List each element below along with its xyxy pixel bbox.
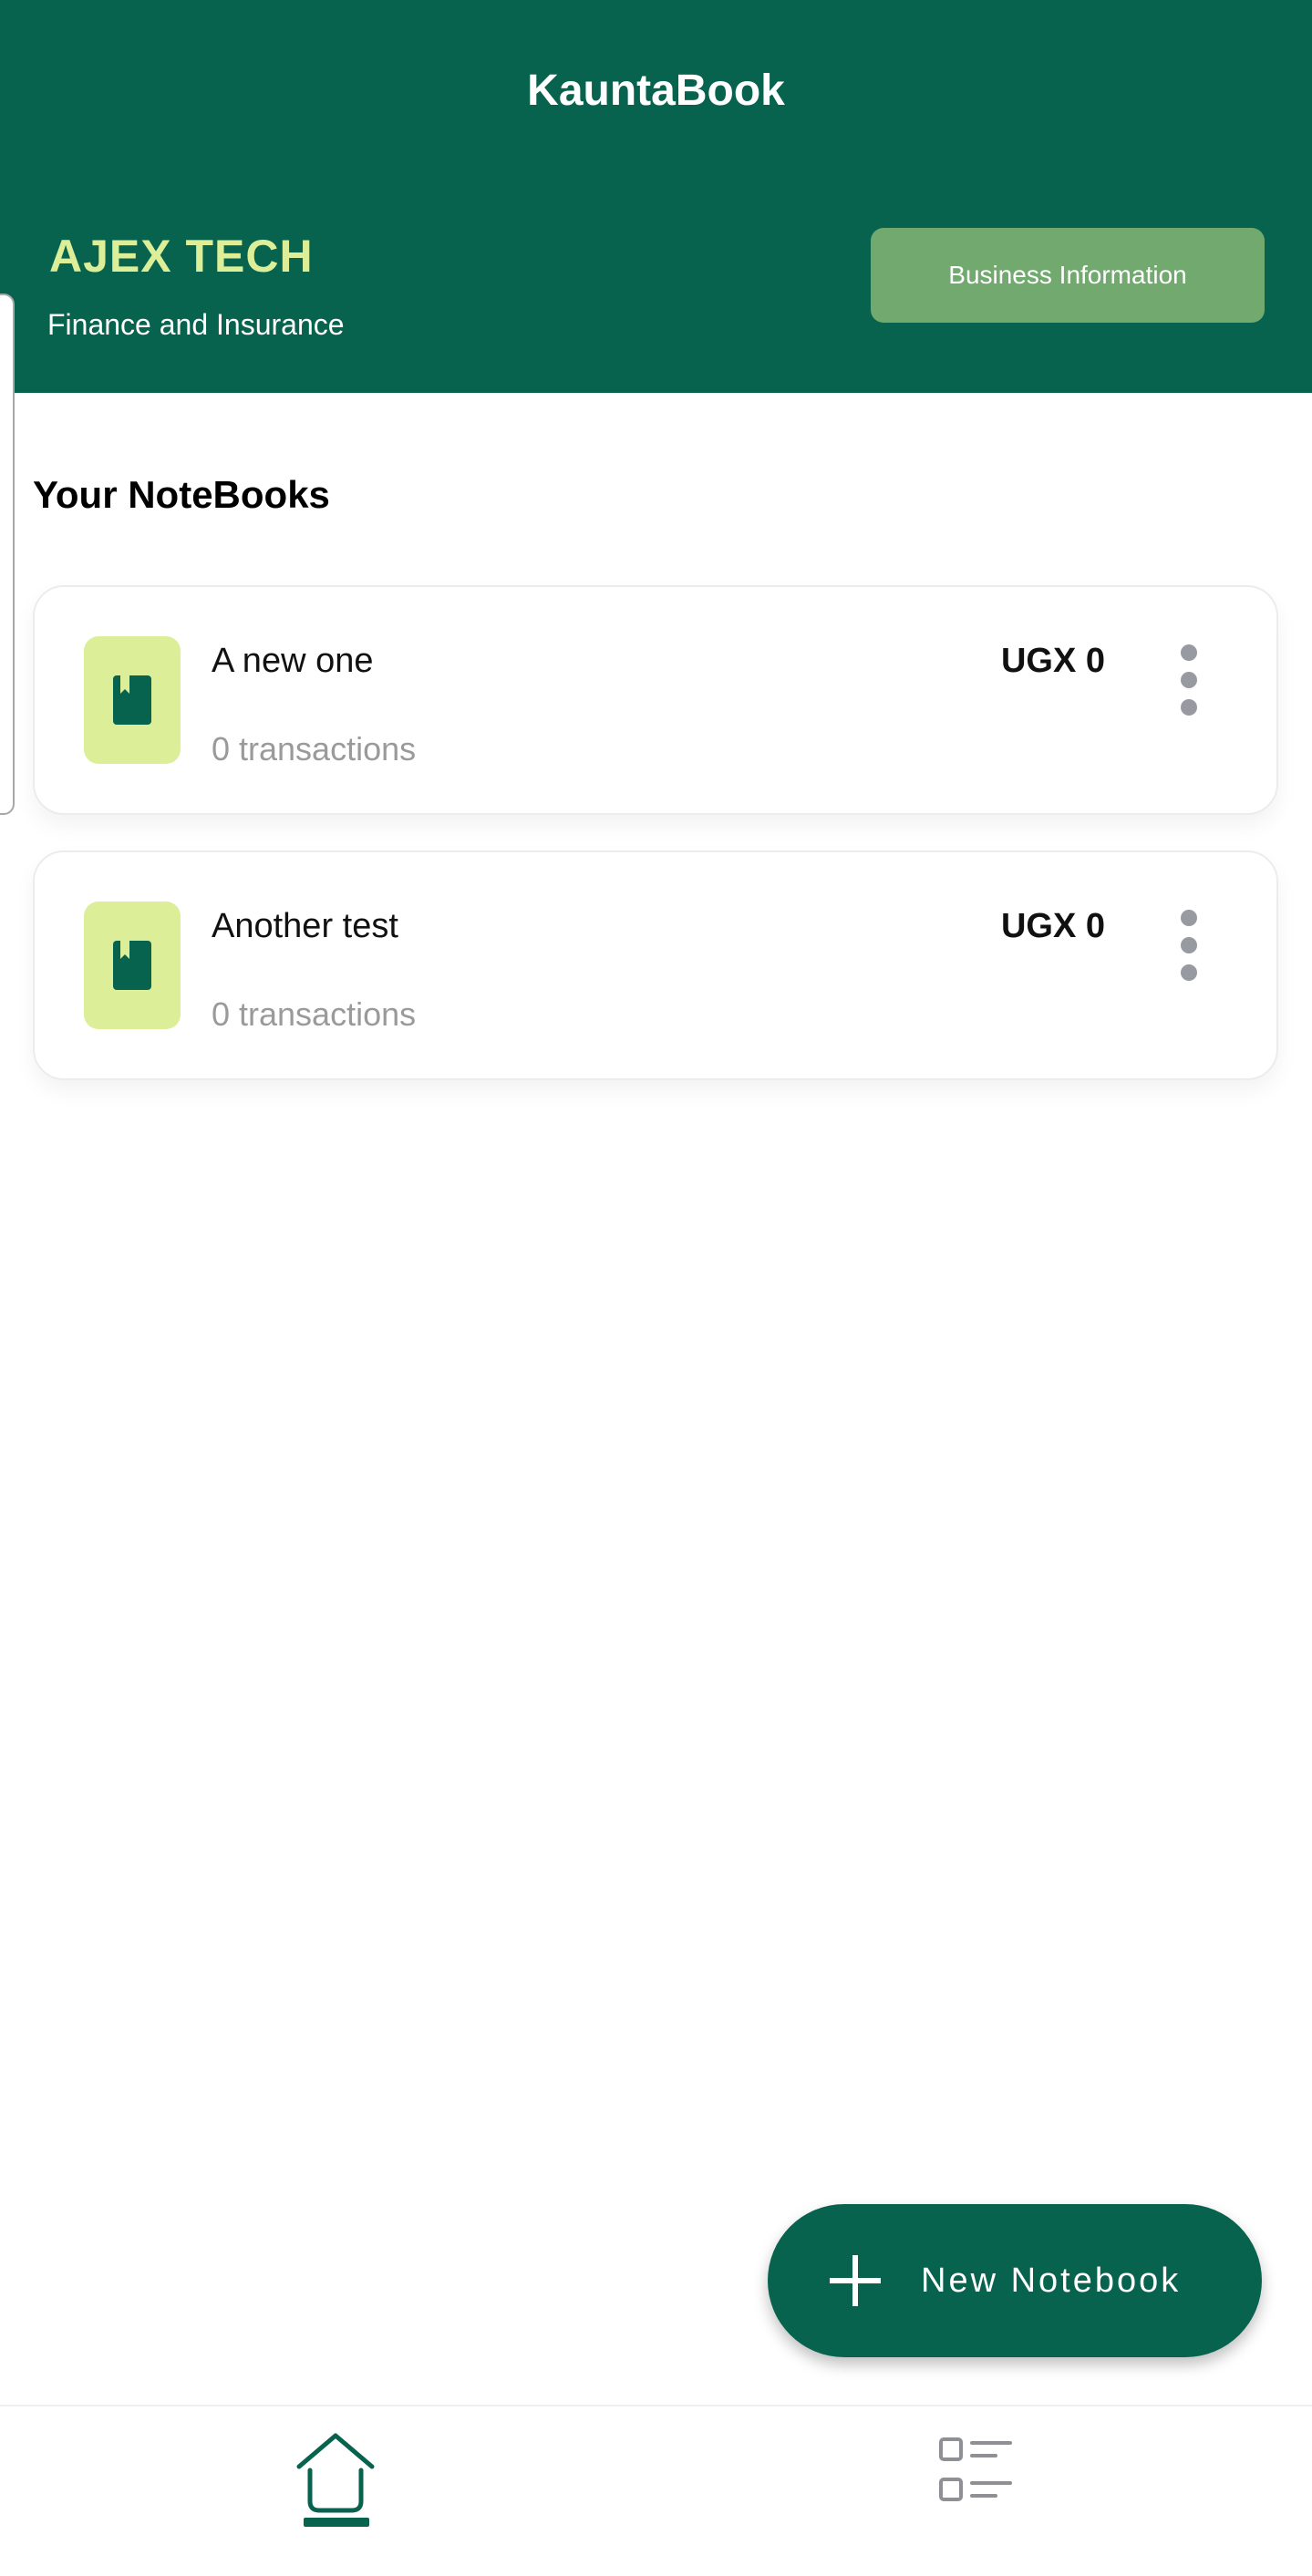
section-title: Your NoteBooks — [33, 473, 330, 516]
more-options-icon[interactable] — [1167, 909, 1211, 982]
business-information-button[interactable]: Business Information — [871, 228, 1265, 323]
business-name: AJEX TECH — [49, 231, 314, 282]
checklist-icon[interactable] — [937, 2436, 1014, 2505]
notebook-transaction-count: 0 transactions — [212, 730, 417, 768]
notebook-name: Another test — [212, 907, 398, 945]
notebook-card[interactable]: A new one 0 transactions UGX 0 — [33, 585, 1278, 815]
notebook-icon — [84, 636, 181, 764]
more-options-icon[interactable] — [1167, 644, 1211, 716]
app-header: KauntaBook AJEX TECH Finance and Insuran… — [0, 0, 1312, 393]
drawer-handle[interactable] — [0, 294, 15, 815]
active-tab-indicator — [304, 2518, 369, 2527]
notebook-icon — [84, 902, 181, 1029]
notebook-balance: UGX 0 — [1000, 907, 1105, 945]
notebook-name: A new one — [212, 642, 374, 680]
plus-icon — [830, 2255, 881, 2306]
new-notebook-button[interactable]: New Notebook — [768, 2204, 1262, 2357]
notebook-card[interactable]: Another test 0 transactions UGX 0 — [33, 850, 1278, 1080]
notebook-transaction-count: 0 transactions — [212, 995, 417, 1033]
bottom-navigation — [0, 2405, 1312, 2576]
notebook-balance: UGX 0 — [1000, 642, 1105, 680]
business-sector: Finance and Insurance — [47, 308, 345, 341]
new-notebook-label: New Notebook — [921, 2262, 1182, 2300]
app-title: KauntaBook — [527, 67, 785, 115]
